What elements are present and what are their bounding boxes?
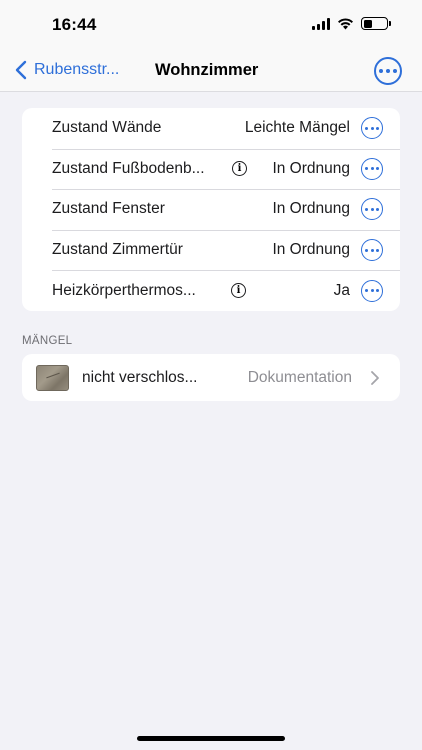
chevron-right-icon	[371, 370, 379, 385]
property-row-door[interactable]: Zustand Zimmertür In Ordnung	[22, 229, 400, 271]
property-value: Leichte Mängel	[244, 119, 350, 137]
status-bar: 16:44	[0, 0, 422, 50]
ellipsis-circle-icon	[379, 69, 383, 73]
page-title: Wohnzimmer	[155, 61, 259, 79]
navigation-bar: Rubensstr... Wohnzimmer	[0, 50, 422, 92]
ellipsis-circle-icon[interactable]	[361, 198, 383, 221]
chevron-left-icon	[15, 60, 27, 80]
properties-list: Zustand Wände Leichte Mängel Zustand Fuß…	[22, 108, 400, 311]
property-row-thermostat[interactable]: Heizkörperthermos... i Ja	[22, 270, 400, 311]
property-label: Zustand Zimmertür	[52, 241, 183, 259]
ellipsis-circle-icon[interactable]	[361, 239, 383, 262]
ellipsis-circle-icon[interactable]	[361, 157, 383, 180]
info-icon[interactable]: i	[231, 283, 246, 299]
property-label: Zustand Fußbodenb...	[52, 159, 205, 177]
property-value: Ja	[333, 281, 350, 299]
back-button-label: Rubensstr...	[34, 61, 120, 78]
property-row-windows[interactable]: Zustand Fenster In Ordnung	[22, 189, 400, 230]
more-options-button[interactable]	[374, 57, 402, 85]
wifi-icon	[338, 18, 353, 30]
property-label: Heizkörperthermos...	[52, 281, 196, 299]
property-value: In Ordnung	[272, 159, 350, 177]
ellipsis-circle-icon[interactable]	[361, 279, 383, 302]
section-header-defects: MÄNGEL	[22, 335, 73, 347]
status-time: 16:44	[52, 15, 97, 34]
home-indicator	[137, 736, 285, 741]
battery-icon	[361, 17, 391, 30]
property-label: Zustand Fenster	[52, 200, 165, 218]
ellipsis-circle-icon[interactable]	[361, 117, 383, 140]
status-icons	[312, 17, 391, 30]
defect-photo-thumbnail	[36, 365, 69, 391]
defect-category: Dokumentation	[247, 368, 352, 386]
property-label: Zustand Wände	[52, 119, 162, 137]
cellular-signal-icon	[312, 17, 330, 30]
property-value: In Ordnung	[272, 200, 350, 218]
back-button[interactable]: Rubensstr...	[14, 60, 119, 80]
property-value: In Ordnung	[272, 241, 350, 259]
property-row-floor[interactable]: Zustand Fußbodenb... i In Ordnung	[22, 148, 400, 190]
defects-list: nicht verschlos... Dokumentation	[22, 354, 400, 401]
info-icon[interactable]: i	[232, 161, 247, 177]
defect-item[interactable]: nicht verschlos... Dokumentation	[22, 354, 400, 401]
defect-title: nicht verschlos...	[82, 368, 198, 386]
property-row-walls[interactable]: Zustand Wände Leichte Mängel	[22, 108, 400, 149]
